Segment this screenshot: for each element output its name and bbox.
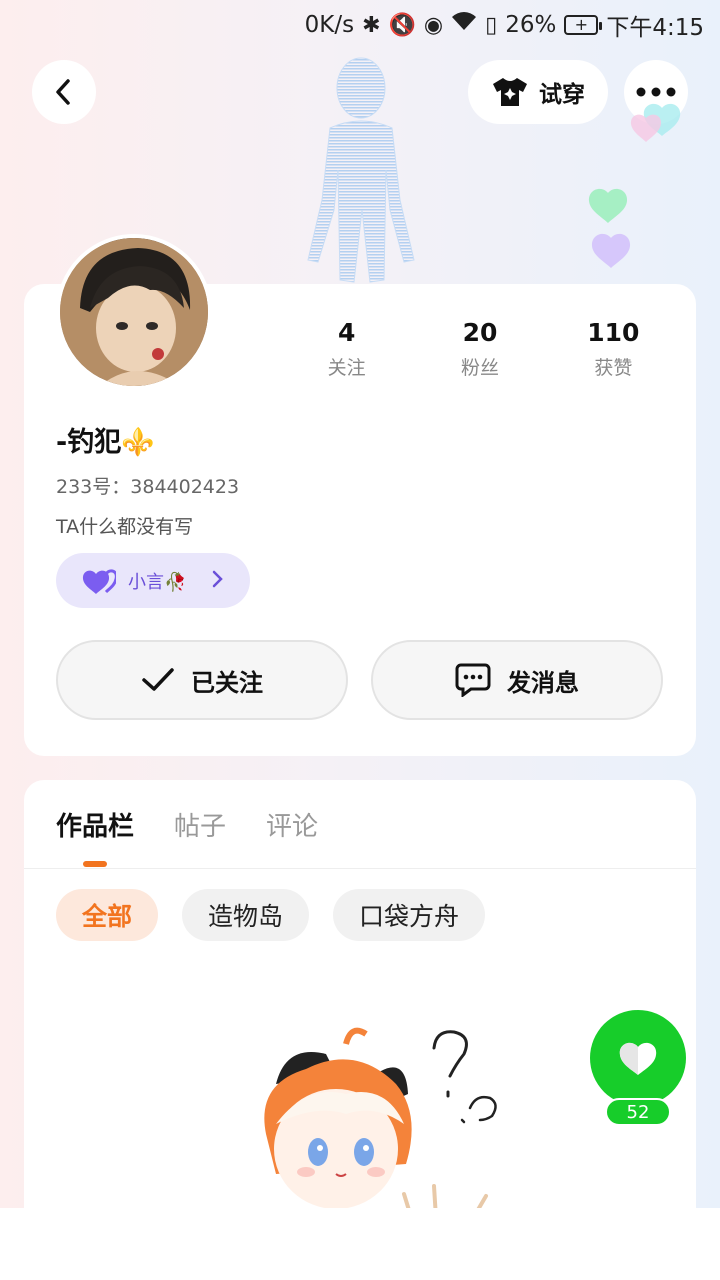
more-horizontal-icon [636,87,676,97]
tab-posts[interactable]: 帖子 [174,806,226,843]
chat-bubble-icon [455,663,491,697]
chevron-right-icon [212,569,224,593]
send-message-label: 发消息 [507,668,579,697]
relation-tag-label: 小言🥀 [128,571,187,593]
like-button[interactable] [590,1010,686,1106]
stat-label: 关注 [327,357,366,379]
following-label: 已关注 [191,668,263,697]
status-bar: 0K/s ✱ 🔇 ◉ ▯ 26% + 下午4:15 [0,0,720,50]
tshirt-icon [493,78,527,106]
stat-following[interactable]: 4 关注 [280,318,413,380]
stat-value: 4 [337,318,356,347]
tabs-divider [24,868,696,869]
chevron-left-icon [56,79,70,105]
floating-hearts-decoration [630,103,681,142]
try-on-label: 试穿 [539,82,585,108]
relation-tag-button[interactable]: 小言🥀 [56,553,250,608]
bluetooth-icon: ✱ [362,12,381,38]
user-id: 233号：384402423 [56,476,240,498]
stat-label: 粉丝 [460,357,499,379]
double-heart-icon [82,568,116,594]
tab-works[interactable]: 作品栏 [56,806,134,843]
net-speed: 0K/s [304,12,355,38]
back-button[interactable] [32,60,96,124]
eye-icon: ◉ [423,12,444,38]
stat-value: 20 [462,318,498,347]
profile-stats: 4 关注 20 粉丝 110 获赞 [280,318,680,380]
bottom-area [0,1208,720,1280]
wifi-icon [451,12,477,38]
like-count-badge: 52 [605,1098,671,1126]
stat-likes[interactable]: 110 获赞 [547,318,680,380]
mute-icon: 🔇 [388,12,416,38]
works-filter-chips: 全部 造物岛 口袋方舟 [56,889,486,941]
send-message-button[interactable]: 发消息 [371,640,663,720]
works-tabs: 作品栏 帖子 评论 [32,806,318,843]
username: -钓犯⚜️ [56,427,155,458]
tab-comments[interactable]: 评论 [266,806,318,843]
stat-followers[interactable]: 20 粉丝 [413,318,546,380]
stat-label: 获赞 [594,357,633,379]
sim-alert-icon: ▯ [485,12,498,38]
user-bio: TA什么都没有写 [56,516,194,538]
filter-chip-all[interactable]: 全部 [56,889,159,941]
heart-icon [619,1042,657,1075]
battery-percent: 26% [505,12,557,38]
avatar-3d-figure[interactable] [300,50,422,290]
empty-state-mascot-illustration [264,1027,497,1222]
stat-value: 110 [587,318,640,347]
filter-chip-pocket-ark[interactable]: 口袋方舟 [333,889,486,941]
avatar[interactable] [56,234,212,390]
filter-chip-creation-island[interactable]: 造物岛 [182,889,310,941]
active-tab-indicator [83,861,107,867]
purple-heart-icon [591,233,631,268]
following-button[interactable]: 已关注 [56,640,348,720]
clock: 下午4:15 [606,15,704,41]
checkmark-icon [142,668,174,691]
try-on-button[interactable]: 试穿 [468,60,608,124]
avatar-portrait-image [60,238,208,386]
battery-icon: + [564,15,603,35]
green-heart-icon [588,188,628,223]
